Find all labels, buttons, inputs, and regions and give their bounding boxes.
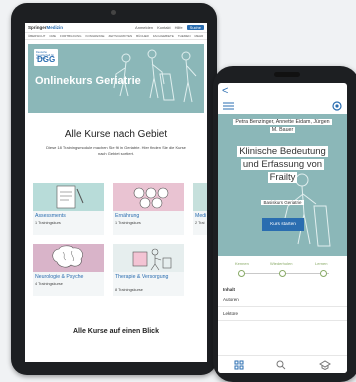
assessments-image [33, 183, 104, 211]
app-header: < [218, 83, 347, 98]
main-nav: ÜBERSICHT CME FORTBILDUNG KONGRESSE ZEIT… [25, 32, 207, 40]
site-logo[interactable]: SpringerMedizin [28, 25, 63, 30]
card-title: Ernährung [115, 213, 140, 219]
tablet-device: SpringerMedizin Anmelden Kontakt Hilfe S… [11, 3, 217, 375]
course-hero: Petra Benzinger, Annette Eidam, Jürgen M.… [218, 114, 347, 256]
nav-item[interactable]: THEMEN [178, 34, 191, 38]
card-title: Therapie & Versorgung [115, 274, 169, 280]
phone-device: < Petra Benzinger, Annette Eidam, Jürgen… [213, 66, 356, 382]
phone-screen: < Petra Benzinger, Annette Eidam, Jürgen… [218, 83, 347, 373]
app-subheader [218, 98, 347, 114]
card-subtitle: 1 Trainingskurs [115, 221, 141, 225]
progress-steps: Kennen Wiederholen Lernen [218, 256, 347, 286]
bottom-tab-bar [218, 355, 347, 373]
course-type: Basiskurs Geriatrie [261, 200, 304, 205]
top-link-contact[interactable]: Kontakt [157, 25, 171, 30]
brand-logo-icon [332, 101, 342, 111]
start-course-button[interactable]: Kurs starten [262, 218, 304, 231]
page-heading: Alle Kurse nach Gebiet [64, 129, 168, 140]
step-dot[interactable] [279, 270, 286, 277]
site-topbar: SpringerMedizin Anmelden Kontakt Hilfe S… [25, 23, 207, 32]
card-subtitle: 8 Trainingskurse [115, 288, 143, 292]
dgg-logo: Deutsche Gesellschaft für Geriatrie DGG [34, 49, 58, 66]
tablet-screen: SpringerMedizin Anmelden Kontakt Hilfe S… [25, 23, 207, 362]
card-subtitle: 1 Trainingskurs [35, 221, 61, 225]
elderly-person-illustration [283, 173, 331, 247]
card-assessments[interactable]: Assessments 1 Trainingskurs [33, 183, 104, 235]
course-authors: Petra Benzinger, Annette Eidam, Jürgen M.… [233, 119, 332, 133]
nav-item[interactable]: CME [49, 34, 56, 38]
phone-notch [274, 72, 300, 77]
step-dot[interactable] [238, 270, 245, 277]
nav-item[interactable]: BÜCHER [136, 34, 149, 38]
card-medikation[interactable]: Medi 2 Trai [193, 183, 207, 235]
medication-image [193, 183, 207, 211]
card-title: Assessments [35, 213, 66, 219]
search-icon[interactable] [276, 360, 286, 370]
nav-item[interactable]: ZEITSCHRIFTEN [108, 34, 132, 38]
nav-item[interactable]: KONGRESSE [85, 34, 104, 38]
all-courses-heading: Alle Kurse auf einen Blick [73, 328, 159, 335]
graduation-cap-icon[interactable] [318, 359, 331, 370]
top-link-help[interactable]: Hilfe [175, 25, 183, 30]
nav-item[interactable]: MEHR [195, 34, 204, 38]
hero-title: Onlinekurs Geriatrie [35, 75, 141, 87]
card-subtitle: 2 Trai [195, 221, 205, 225]
content-row-authors[interactable]: Autoren [218, 293, 347, 307]
search-button[interactable]: Suche [186, 25, 204, 30]
top-link-login[interactable]: Anmelden [135, 25, 153, 30]
content-section-label: Inhalt [223, 287, 235, 292]
card-title: Neurologie & Psyche [35, 274, 84, 280]
therapy-image [113, 244, 184, 272]
course-title: Klinische Bedeutung und Erfassung von Frai… [237, 146, 328, 183]
course-cards: Assessments 1 Trainingskurs Ernährung 1 Tr… [25, 183, 207, 313]
card-title: Medi [195, 213, 207, 219]
back-icon[interactable]: < [222, 85, 228, 97]
step-label: Lernen [315, 261, 328, 266]
step-dot[interactable] [320, 270, 327, 277]
menu-icon[interactable] [223, 102, 234, 110]
card-subtitle: 4 Trainingskurse [35, 282, 63, 286]
nav-item[interactable]: FORTBILDUNG [60, 34, 81, 38]
card-therapie[interactable]: Therapie & Versorgung 8 Trainingskurse [113, 244, 184, 296]
nav-item[interactable]: ÜBERSICHT [28, 34, 45, 38]
grid-icon[interactable] [234, 360, 244, 370]
nav-item[interactable]: FACHGEBIETE [153, 34, 174, 38]
top-links: Anmelden Kontakt Hilfe Suche [135, 25, 204, 30]
card-ernaehrung[interactable]: Ernährung 1 Trainingskurs [113, 183, 184, 235]
brain-image [33, 244, 104, 272]
intro-text: Diese 18 Trainingsmodule machen Sie fit … [46, 145, 186, 156]
tablet-camera [111, 10, 116, 15]
step-label: Wiederholen [270, 261, 293, 266]
step-label: Kennen [235, 261, 249, 266]
hero-banner: Deutsche Gesellschaft für Geriatrie DGG … [28, 44, 204, 113]
content-row-reading[interactable]: Lektüre [218, 307, 347, 321]
card-neurologie[interactable]: Neurologie & Psyche 4 Trainingskurse [33, 244, 104, 296]
nutrition-image [113, 183, 184, 211]
